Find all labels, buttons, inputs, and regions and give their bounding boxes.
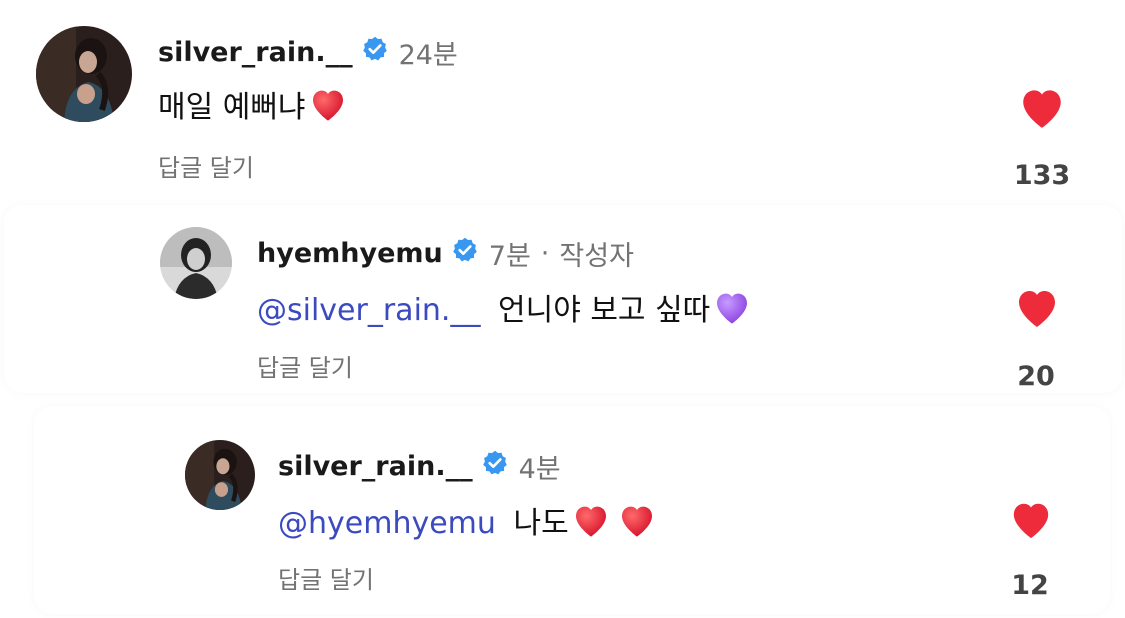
verified-badge-icon (361, 35, 389, 70)
comment-item: silver_rain.__ 24분 매일 예뻐냐 답글 달기 133 (0, 0, 1125, 200)
comment-text-row: @hyemhyemu 나도 (278, 498, 657, 547)
red-heart-emoji-icon (571, 501, 611, 547)
like-count: 12 (1011, 570, 1049, 601)
username[interactable]: silver_rain.__ (158, 37, 353, 68)
comment-text: 나도 (513, 506, 569, 541)
like-count: 20 (1017, 361, 1055, 392)
timestamp: 7분 (488, 240, 531, 272)
timestamp: 4분 (518, 453, 561, 485)
red-heart-emoji-icon (308, 85, 348, 131)
avatar[interactable] (185, 440, 255, 510)
mention-link[interactable]: @silver_rain.__ (257, 293, 480, 328)
author-badge: 작성자 (559, 240, 634, 272)
comment-text: 매일 예뻐냐 (158, 90, 306, 125)
timestamp: 24분 (398, 39, 458, 71)
separator-dot: · (540, 237, 550, 269)
like-heart-icon[interactable] (1017, 84, 1067, 134)
comment-text-row: @silver_rain.__ 언니야 보고 싶따 (257, 285, 752, 334)
username[interactable]: hyemhyemu (257, 238, 443, 269)
red-heart-emoji-icon (617, 501, 657, 547)
verified-badge-icon (481, 449, 509, 484)
mention-link[interactable]: @hyemhyemu (278, 506, 496, 541)
reply-button[interactable]: 답글 달기 (278, 560, 374, 595)
reply-button[interactable]: 답글 달기 (257, 348, 353, 383)
reply-item: hyemhyemu 7분 · 작성자 @silver_rain.__ 언니야 보… (0, 205, 1125, 395)
reply-button[interactable]: 답글 달기 (158, 148, 254, 183)
avatar[interactable] (36, 26, 132, 122)
like-heart-icon[interactable] (1013, 285, 1061, 333)
comments-thread: silver_rain.__ 24분 매일 예뻐냐 답글 달기 133 hyem… (0, 0, 1125, 618)
purple-heart-emoji-icon (712, 288, 752, 334)
like-heart-icon[interactable] (1008, 498, 1054, 544)
username[interactable]: silver_rain.__ (278, 451, 473, 482)
like-count: 133 (1013, 160, 1071, 191)
reply-item: silver_rain.__ 4분 @hyemhyemu 나도 답글 달기 12 (0, 406, 1125, 614)
comment-text-row: 매일 예뻐냐 (158, 82, 348, 131)
comment-text: 언니야 보고 싶따 (498, 293, 711, 328)
verified-badge-icon (451, 236, 479, 271)
avatar[interactable] (160, 227, 232, 299)
